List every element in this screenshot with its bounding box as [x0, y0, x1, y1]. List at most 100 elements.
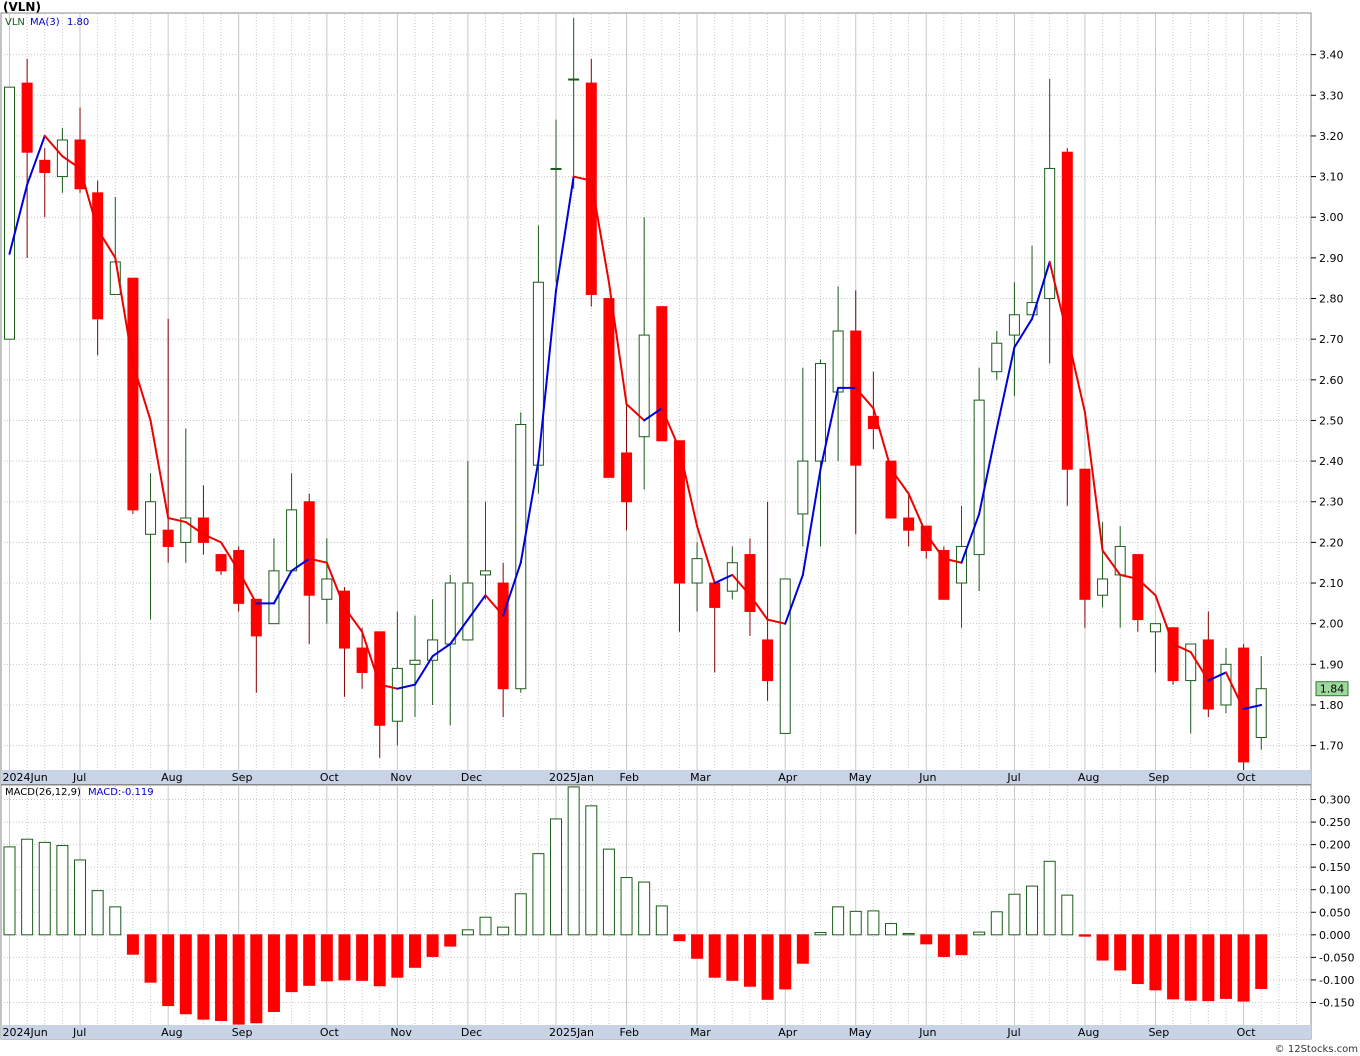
- candle-body: [850, 330, 862, 466]
- macd-bar: [179, 934, 192, 1015]
- price-y-tick-label: 2.60: [1319, 374, 1344, 387]
- macd-bar: [162, 934, 175, 1007]
- macd-bar: [391, 934, 404, 978]
- last-price-tag: 1.84: [1315, 681, 1349, 697]
- macd-bar: [479, 916, 492, 936]
- candle-body: [303, 501, 315, 596]
- candle-body: [568, 78, 580, 81]
- candle-body: [691, 558, 703, 584]
- macd-bar: [56, 845, 69, 936]
- price-y-tick-label: 2.50: [1319, 414, 1344, 427]
- candle-body: [603, 298, 615, 478]
- macd-bar: [973, 931, 986, 936]
- candle-body: [250, 598, 262, 637]
- macd-bar: [955, 934, 968, 956]
- macd-x-tick-label: 2024Jun: [3, 1026, 48, 1039]
- candle-body: [480, 570, 492, 576]
- candle-body: [1008, 314, 1020, 336]
- macd-y-tick-label: 0.050: [1319, 906, 1351, 919]
- macd-bar: [1167, 934, 1180, 1000]
- macd-bar: [550, 818, 563, 936]
- candle-body: [550, 167, 562, 170]
- price-y-tick-label: 2.00: [1319, 618, 1344, 631]
- price-y-tick-label: 1.90: [1319, 658, 1344, 671]
- candle-body: [779, 578, 791, 734]
- macd-bar: [1149, 934, 1162, 991]
- price-date-axis-band: [1, 770, 1311, 784]
- candle-body: [92, 192, 104, 320]
- candle-body: [1132, 554, 1144, 621]
- macd-title: MACD(26,12,9): [5, 787, 81, 798]
- candle-body: [321, 578, 333, 600]
- macd-x-tick-label: Aug: [161, 1026, 182, 1039]
- candle-body: [1149, 623, 1161, 633]
- candle-body: [374, 631, 386, 726]
- macd-bar: [74, 859, 87, 936]
- macd-x-tick-label: Oct: [320, 1026, 340, 1039]
- macd-y-tick-label: 0.250: [1319, 816, 1351, 829]
- price-y-tick-label: 3.40: [1319, 49, 1344, 62]
- price-x-tick-label: May: [849, 771, 872, 784]
- macd-x-tick-label: Feb: [620, 1026, 639, 1039]
- macd-bar: [708, 934, 721, 978]
- macd-bar: [1078, 934, 1091, 937]
- macd-bar: [920, 934, 933, 945]
- candle-body: [21, 82, 33, 153]
- macd-x-tick-label: Jul: [1006, 1026, 1020, 1039]
- macd-bar: [232, 934, 245, 1025]
- macd-bar: [1219, 934, 1232, 999]
- macd-bar: [144, 934, 157, 983]
- macd-bar: [126, 934, 139, 955]
- candle-body: [515, 424, 527, 690]
- macd-bar: [1043, 860, 1056, 936]
- candle-body: [391, 667, 403, 722]
- candle-body: [1255, 688, 1267, 738]
- price-y-tick-label: 3.20: [1319, 130, 1344, 143]
- price-y-tick-label: 1.70: [1319, 740, 1344, 753]
- macd-x-tick-label: Sep: [1148, 1026, 1169, 1039]
- price-x-tick-label: Nov: [390, 771, 412, 784]
- macd-y-tick-label: 0.150: [1319, 861, 1351, 874]
- macd-bar: [1237, 934, 1250, 1002]
- macd-x-tick-label: Dec: [461, 1026, 482, 1039]
- macd-bar: [267, 934, 280, 1012]
- macd-bar: [849, 910, 862, 936]
- price-x-tick-label: Oct: [320, 771, 340, 784]
- macd-bar: [937, 934, 950, 957]
- macd-bar: [1202, 934, 1215, 1002]
- price-x-tick-label: 2025Jan: [549, 771, 594, 784]
- price-x-tick-label: Oct: [1237, 771, 1257, 784]
- macd-bar: [21, 838, 34, 936]
- price-x-tick-label: Jul: [1006, 771, 1020, 784]
- price-y-tick-label: 2.80: [1319, 293, 1344, 306]
- macd-bar: [761, 934, 774, 1000]
- candle-body: [497, 582, 509, 690]
- candle-body: [197, 517, 209, 543]
- macd-date-axis-band: [1, 1025, 1311, 1039]
- macd-bar: [1096, 934, 1109, 961]
- macd-bar: [602, 848, 615, 936]
- candle-body: [1079, 468, 1091, 600]
- macd-bar: [796, 934, 809, 964]
- candle-body: [215, 554, 227, 572]
- macd-bar: [655, 905, 668, 936]
- macd-bar: [373, 934, 386, 987]
- candle-body: [762, 639, 774, 682]
- macd-bar: [691, 934, 704, 959]
- price-x-tick-label: Sep: [232, 771, 253, 784]
- candle-body: [286, 509, 298, 572]
- macd-bar: [338, 934, 351, 981]
- macd-x-tick-label: Mar: [690, 1026, 711, 1039]
- candle-body: [973, 399, 985, 556]
- macd-bar: [461, 929, 474, 936]
- macd-bar: [1114, 934, 1127, 971]
- watermark: © 12Stocks.com: [1275, 1044, 1358, 1055]
- candle-body: [744, 554, 756, 612]
- price-x-tick-label: Mar: [690, 771, 711, 784]
- candle-body: [709, 582, 721, 608]
- candle-body: [1238, 647, 1250, 763]
- macd-bar: [726, 934, 739, 981]
- candle-body: [832, 330, 844, 393]
- candle-body: [444, 582, 456, 645]
- symbol-title: (VLN): [3, 0, 41, 14]
